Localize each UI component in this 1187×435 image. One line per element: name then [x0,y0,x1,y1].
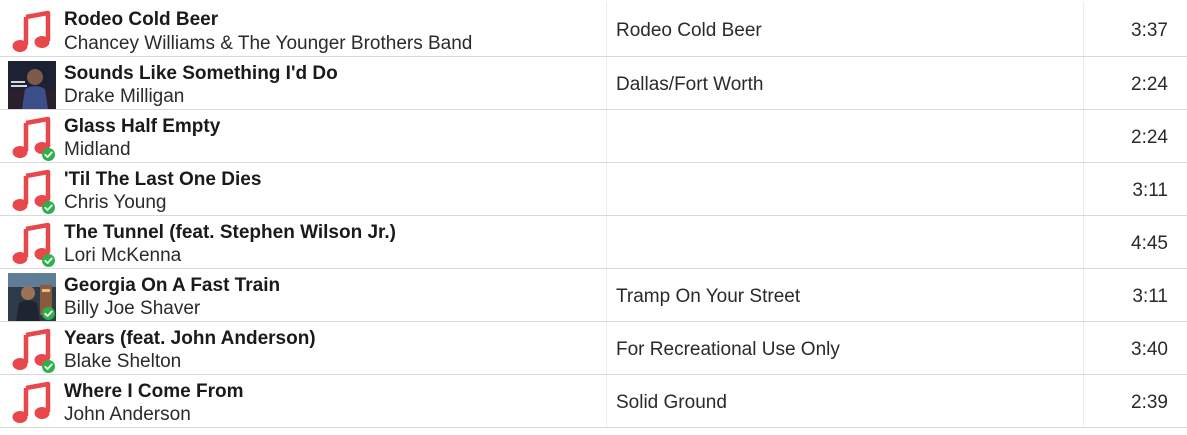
track-row[interactable]: Where I Come From John Anderson Solid Gr… [0,375,1187,428]
track-title: Georgia On A Fast Train [64,275,281,296]
column-divider [606,269,607,321]
column-divider [606,216,607,268]
column-divider [1083,163,1084,215]
column-divider [1083,2,1084,56]
track-row[interactable]: 'Til The Last One Dies Chris Young 3:11 [0,163,1187,216]
music-note-icon [8,326,56,374]
album-cover-image [8,61,56,109]
track-title: Rodeo Cold Beer [64,9,219,30]
track-artist: John Anderson [64,404,191,425]
column-divider [1083,110,1084,162]
track-duration: 2:24 [1131,127,1168,148]
column-divider [1083,375,1084,427]
album-cover-image [8,273,56,321]
column-divider [606,110,607,162]
track-artist: Lori McKenna [64,245,182,266]
track-title: Glass Half Empty [64,116,221,137]
track-row[interactable]: Sounds Like Something I'd Do Drake Milli… [0,57,1187,110]
track-album: Tramp On Your Street [616,286,801,307]
column-divider [1083,216,1084,268]
column-divider [606,375,607,427]
track-title: Sounds Like Something I'd Do [64,63,338,84]
track-row[interactable]: Rodeo Cold Beer Chancey Williams & The Y… [0,2,1187,57]
track-artist: Billy Joe Shaver [64,298,201,319]
column-divider [1083,322,1084,374]
track-title: 'Til The Last One Dies [64,169,262,190]
column-divider [1083,269,1084,321]
track-row[interactable]: Years (feat. John Anderson) Blake Shelto… [0,322,1187,375]
track-row[interactable]: Georgia On A Fast Train Billy Joe Shaver… [0,269,1187,322]
column-divider [606,163,607,215]
column-divider [606,2,607,56]
column-divider [606,322,607,374]
track-album: Dallas/Fort Worth [616,74,764,95]
track-duration: 2:24 [1131,74,1168,95]
track-artist: Chancey Williams & The Younger Brothers … [64,33,473,54]
music-note-icon [8,114,56,162]
track-title: The Tunnel (feat. Stephen Wilson Jr.) [64,222,396,243]
track-duration: 3:11 [1132,286,1168,307]
track-list: Rodeo Cold Beer Chancey Williams & The Y… [0,2,1187,428]
track-row[interactable]: Glass Half Empty Midland 2:24 [0,110,1187,163]
track-artist: Blake Shelton [64,351,182,372]
downloaded-check-icon [42,201,55,214]
track-duration: 4:45 [1131,233,1168,254]
track-title: Years (feat. John Anderson) [64,328,316,349]
music-note-icon [8,220,56,268]
downloaded-check-icon [42,254,55,267]
track-album: Solid Ground [616,392,727,413]
music-note-icon [8,167,56,215]
music-note-icon [8,379,56,427]
track-title: Where I Come From [64,381,244,402]
column-divider [606,57,607,109]
music-note-icon [8,8,56,56]
column-divider [1083,57,1084,109]
track-duration: 3:40 [1131,339,1168,360]
track-album: For Recreational Use Only [616,339,840,360]
track-duration: 2:39 [1131,392,1168,413]
track-album: Rodeo Cold Beer [616,20,762,41]
track-artist: Chris Young [64,192,167,213]
track-duration: 3:11 [1132,180,1168,201]
downloaded-check-icon [42,360,55,373]
track-artist: Midland [64,139,131,160]
track-duration: 3:37 [1131,20,1168,41]
downloaded-check-icon [42,307,55,320]
track-artist: Drake Milligan [64,86,185,107]
track-row[interactable]: The Tunnel (feat. Stephen Wilson Jr.) Lo… [0,216,1187,269]
downloaded-check-icon [42,148,55,161]
